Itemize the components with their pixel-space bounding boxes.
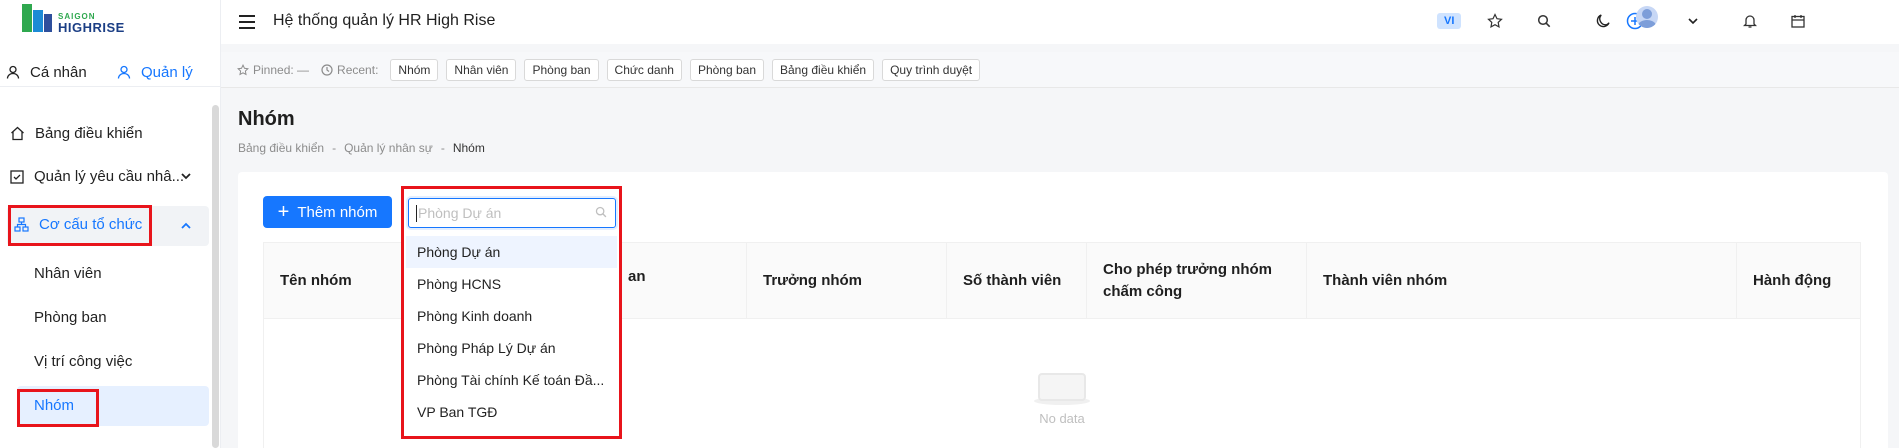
add-group-button[interactable]: + Thêm nhóm — [263, 196, 392, 228]
breadcrumb: Bảng điều khiển - Quản lý nhân sự - Nhóm — [238, 141, 485, 155]
logo-line2: HIGHRISE — [58, 20, 125, 35]
sidebar-scrollbar[interactable] — [212, 105, 219, 448]
app-title: Hệ thống quản lý HR High Rise — [273, 12, 496, 29]
calendar-icon[interactable] — [1789, 12, 1807, 30]
column-header[interactable]: Số thành viên — [947, 243, 1087, 319]
dropdown-option[interactable]: Phòng Dự án — [406, 236, 617, 268]
sidebar-item-label: Quản lý yêu cầu nhâ... — [34, 168, 185, 185]
column-header[interactable]: Trưởng nhóm — [747, 243, 947, 319]
menu-icon[interactable] — [239, 15, 255, 33]
avatar[interactable] — [1636, 6, 1658, 28]
pinned-value: — — [297, 62, 310, 77]
department-search-input[interactable]: Phòng Dự án — [408, 198, 616, 228]
department-placeholder: Phòng Dự án — [418, 205, 502, 221]
star-icon — [237, 63, 249, 75]
dropdown-option[interactable]: VP Ban TGĐ — [406, 396, 617, 428]
tab-personal[interactable]: Cá nhân — [6, 64, 87, 81]
highlight-box — [8, 205, 152, 246]
breadcrumb-separator: - — [440, 141, 445, 155]
checkbox-icon — [10, 169, 24, 184]
sidebar-item-label: Bảng điều khiển — [35, 125, 143, 142]
sidebar-subitem-employees[interactable]: Nhân viên — [34, 265, 102, 282]
dropdown-option[interactable]: Phòng Tài chính Kế toán Đầ... — [406, 364, 617, 396]
chevron-down-icon[interactable] — [1684, 12, 1702, 30]
moon-icon[interactable] — [1594, 12, 1612, 30]
tab-manage-label: Quản lý — [141, 63, 193, 81]
breadcrumb-current: Nhóm — [452, 141, 485, 155]
pinned-label: Pinned: — [253, 62, 294, 77]
highlight-box — [17, 389, 99, 427]
sidebar-item-dashboard[interactable]: Bảng điều khiển — [10, 125, 143, 142]
dropdown-option[interactable]: Phòng HCNS — [406, 268, 617, 300]
chevron-up-icon[interactable] — [180, 220, 192, 235]
dropdown-option[interactable]: Phòng Kinh doanh — [406, 300, 617, 332]
recent-chip[interactable]: Nhóm — [390, 58, 439, 81]
breadcrumb-link[interactable]: Quản lý nhân sự — [344, 141, 433, 155]
page-title: Nhóm — [238, 108, 295, 130]
recent-chip[interactable]: Phòng ban — [689, 58, 764, 81]
text-cursor — [416, 205, 417, 222]
dropdown-options: Phòng Dự án Phòng HCNS Phòng Kinh doanh … — [406, 236, 617, 428]
sidebar-item-requests[interactable]: Quản lý yêu cầu nhâ... — [10, 168, 184, 185]
department-filter-dropdown: Phòng Dự án Phòng Dự án Phòng HCNS Phòng… — [401, 186, 622, 439]
recent-chip[interactable]: Quy trình duyệt — [882, 58, 981, 81]
column-header-fragment: an — [628, 268, 646, 285]
empty-inbox-icon — [1034, 363, 1090, 405]
recent-chip[interactable]: Bảng điều khiển — [772, 58, 875, 81]
star-icon[interactable] — [1486, 12, 1504, 30]
clock-icon — [321, 63, 333, 76]
search-icon — [595, 206, 607, 218]
column-header[interactable]: Thành viên nhóm — [1307, 243, 1737, 319]
column-header[interactable]: Cho phép trưởng nhóm chấm công — [1087, 243, 1307, 319]
bell-icon[interactable] — [1741, 12, 1759, 30]
dropdown-option[interactable]: Phòng Pháp Lý Dự án — [406, 332, 617, 364]
tab-manage[interactable]: Quản lý — [117, 64, 193, 81]
language-badge[interactable]: VI — [1437, 13, 1462, 29]
pinned-recent-bar: Pinned: — Recent: Nhóm Nhân viên Phòng b… — [221, 52, 1899, 88]
logo-mark-icon — [20, 4, 54, 34]
home-icon — [11, 126, 24, 141]
recent-label: Recent: — [337, 62, 379, 77]
logo[interactable]: SAIGON HIGHRISE — [20, 2, 125, 34]
tab-personal-label: Cá nhân — [30, 63, 87, 81]
recent-chip[interactable]: Phòng ban — [524, 58, 599, 81]
breadcrumb-separator: - — [332, 141, 337, 155]
sidebar-subitem-positions[interactable]: Vị trí công việc — [34, 353, 132, 370]
plus-icon: + — [277, 201, 290, 223]
add-group-label: Thêm nhóm — [297, 203, 378, 221]
search-icon[interactable] — [1535, 12, 1553, 30]
recent-chip[interactable]: Chức danh — [606, 58, 682, 81]
recent-chip[interactable]: Nhân viên — [446, 58, 517, 81]
breadcrumb-link[interactable]: Bảng điều khiển — [238, 141, 324, 155]
user-icon — [6, 65, 20, 79]
sidebar-subitem-departments[interactable]: Phòng ban — [34, 309, 107, 326]
user-icon — [117, 65, 131, 79]
column-header[interactable]: Hành động — [1737, 243, 1862, 319]
chevron-down-icon[interactable] — [180, 170, 192, 185]
sidebar: SAIGON HIGHRISE Cá nhân Quản lý Bảng điề… — [0, 0, 221, 448]
